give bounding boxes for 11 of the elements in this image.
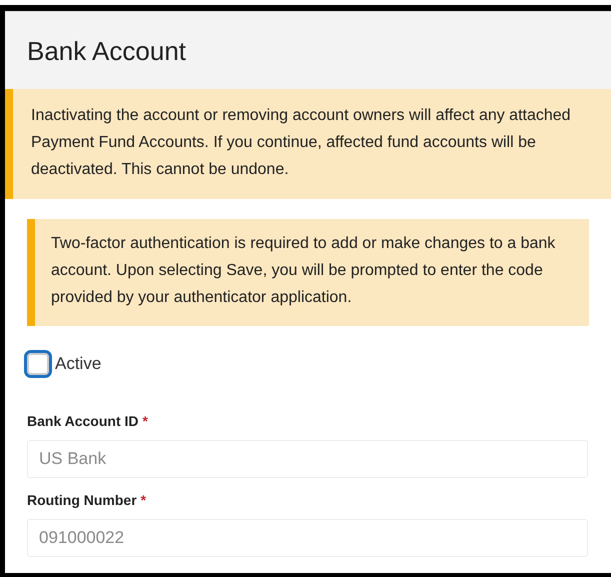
window-title: Bank Account — [27, 38, 186, 64]
active-checkbox[interactable] — [24, 350, 52, 378]
field-label: Routing Number — [27, 491, 137, 510]
required-mark: * — [142, 412, 148, 431]
checkbox-label: Active — [55, 353, 102, 376]
text-field[interactable]: 091000022 — [27, 519, 588, 557]
required-mark: * — [140, 491, 146, 510]
warning-message: Two-factor authentication is required to add or make changes to a bank account. Upon selecting Save, you will be prompted to enter the code provided by your authenticator application. — [27, 219, 589, 326]
warning-message: Inactivating the account or removing account owners will affect any attached Payment Fund Accounts. If you continue, affected fund accounts will be deactivated. This cannot be undone. — [5, 89, 611, 199]
field-label: Bank Account ID — [27, 412, 138, 431]
text-field[interactable]: US Bank — [27, 440, 588, 478]
